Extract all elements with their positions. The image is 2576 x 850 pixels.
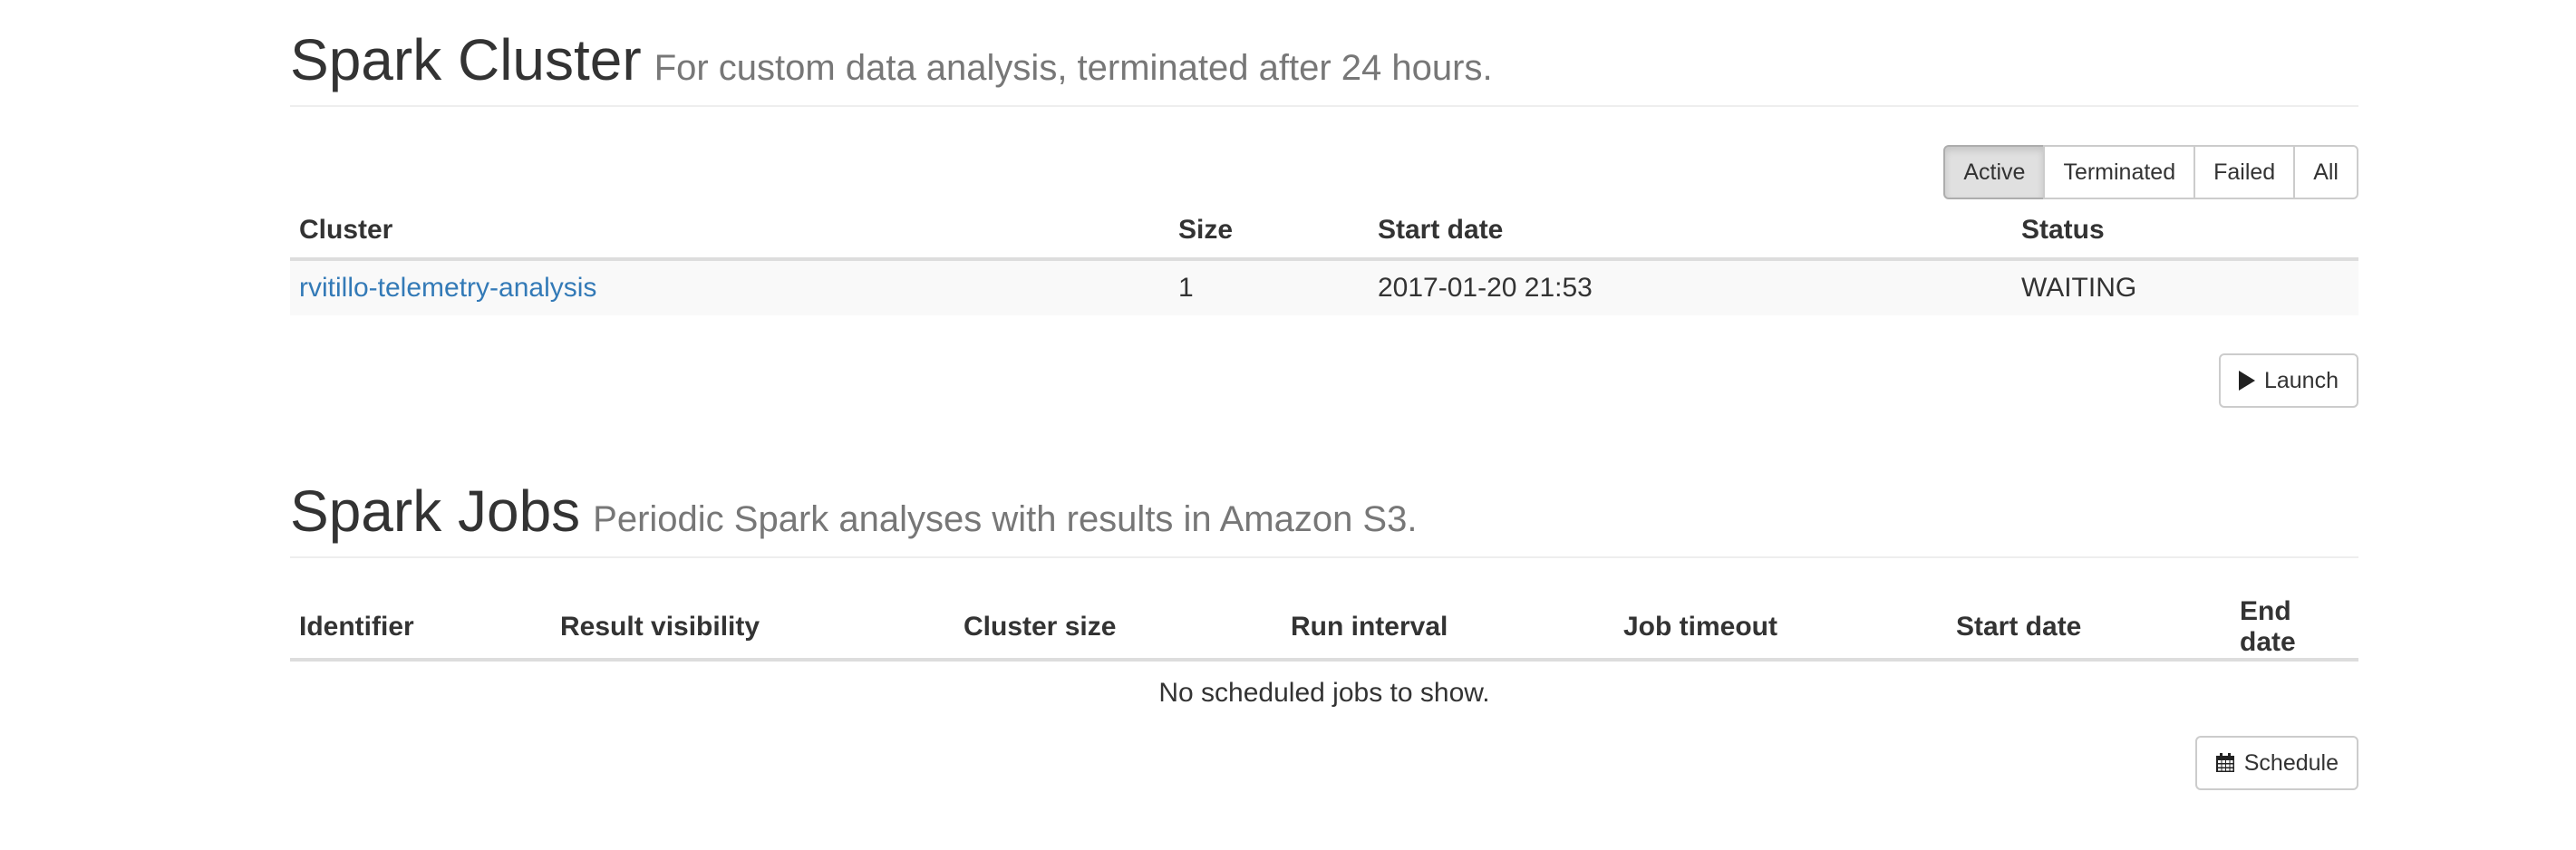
cluster-subtitle: For custom data analysis, terminated aft… [654,48,1493,88]
cluster-heading: Spark Cluster For custom data analysis, t… [290,31,2358,89]
cluster-status-cell: WAITING [2012,259,2358,315]
launch-button[interactable]: Launch [2218,353,2358,408]
column-header-result-visibility: Result visibility [551,596,954,662]
column-header-end-date: End date [2231,596,2358,662]
jobs-title: Spark Jobs [290,478,581,544]
launch-row: Launch [290,353,2358,408]
column-header-start-date: Start date [1369,203,2012,261]
column-header-size: Size [1169,203,1369,261]
cluster-name-cell: rvitillo-telemetry-analysis [290,259,1169,315]
schedule-button[interactable]: Schedule [2194,736,2358,790]
jobs-heading: Spark Jobs Periodic Spark analyses with r… [290,482,2358,540]
main-container: Spark Cluster For custom data analysis, t… [290,0,2358,790]
column-header-job-start-date: Start date [1947,596,2231,662]
jobs-table-header-row: Identifier Result visibility Cluster siz… [290,596,2358,662]
table-row: rvitillo-telemetry-analysis 1 2017-01-20… [290,259,2358,315]
filter-terminated-button[interactable]: Terminated [2043,145,2196,199]
column-header-job-timeout: Job timeout [1614,596,1947,662]
cluster-filter-bar: Active Terminated Failed All [290,145,2358,199]
empty-row: No scheduled jobs to show. [290,660,2358,725]
launch-label: Launch [2263,367,2339,393]
empty-message: No scheduled jobs to show. [1158,678,1490,708]
column-header-cluster-size: Cluster size [954,596,1282,662]
cluster-filter-group: Active Terminated Failed All [1943,145,2358,199]
filter-failed-button[interactable]: Failed [2193,145,2296,199]
filter-all-button[interactable]: All [2293,145,2358,199]
cluster-table: Cluster Size Start date Status rvitillo-… [290,203,2358,315]
jobs-table: Identifier Result visibility Cluster siz… [290,596,2358,725]
schedule-label: Schedule [2243,749,2339,776]
cluster-size-cell: 1 [1169,259,1369,315]
cluster-title: Spark Cluster [290,27,642,92]
calendar-icon [2215,753,2234,772]
column-header-status: Status [2012,203,2358,261]
filter-active-button[interactable]: Active [1943,145,2046,199]
column-header-identifier: Identifier [290,596,551,662]
schedule-row: Schedule [290,736,2358,790]
play-icon [2238,371,2255,391]
cluster-section-header: Spark Cluster For custom data analysis, t… [290,31,2358,107]
column-header-run-interval: Run interval [1282,596,1614,662]
cluster-link[interactable]: rvitillo-telemetry-analysis [299,273,596,303]
jobs-subtitle: Periodic Spark analyses with results in … [593,499,1418,539]
cluster-table-header-row: Cluster Size Start date Status [290,203,2358,261]
cluster-start-date-cell: 2017-01-20 21:53 [1369,259,2012,315]
jobs-section-header: Spark Jobs Periodic Spark analyses with r… [290,482,2358,558]
column-header-cluster: Cluster [290,203,1169,261]
